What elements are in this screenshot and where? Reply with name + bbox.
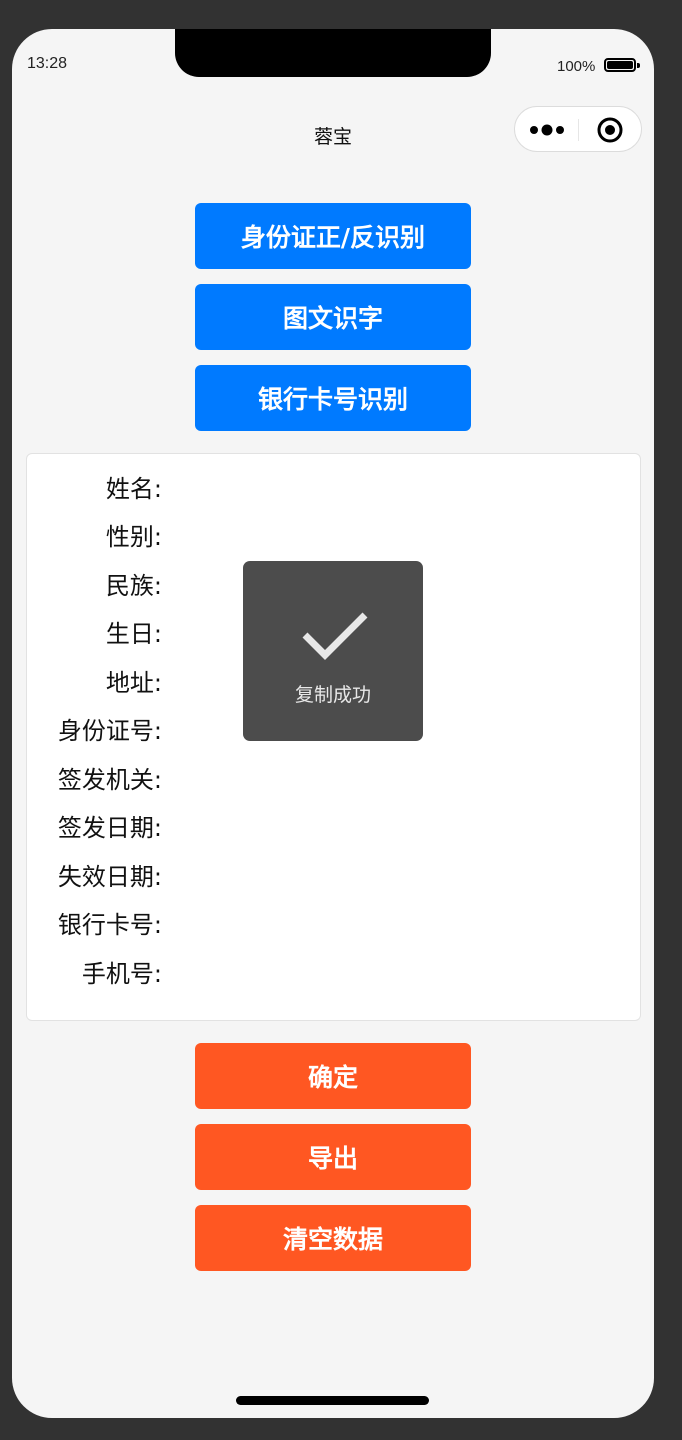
- field-label-ethnicity: 民族:: [105, 572, 162, 600]
- device-notch: [175, 29, 491, 77]
- field-label-expiry-date: 失效日期:: [57, 863, 162, 891]
- checkmark-icon: [302, 612, 368, 660]
- field-label-birthday: 生日:: [105, 620, 162, 648]
- bank-card-ocr-button[interactable]: 银行卡号识别: [195, 365, 471, 431]
- field-label-name: 姓名:: [105, 475, 162, 503]
- battery-level: [607, 61, 633, 69]
- image-text-ocr-button[interactable]: 图文识字: [195, 284, 471, 350]
- mini-program-capsule: [514, 106, 642, 152]
- copy-success-toast: 复制成功: [243, 561, 423, 741]
- field-label-bank-card: 银行卡号:: [57, 911, 162, 939]
- status-time: 13:28: [27, 55, 68, 72]
- export-button[interactable]: 导出: [195, 1124, 471, 1190]
- more-dots-icon[interactable]: [529, 122, 569, 138]
- field-label-phone: 手机号:: [81, 960, 162, 988]
- field-label-address: 地址:: [105, 669, 162, 697]
- home-indicator: [236, 1396, 429, 1405]
- target-close-icon[interactable]: [597, 117, 623, 143]
- battery-icon: [604, 58, 636, 72]
- clear-data-button[interactable]: 清空数据: [195, 1205, 471, 1271]
- battery-tip: [637, 63, 640, 68]
- confirm-button[interactable]: 确定: [195, 1043, 471, 1109]
- battery-percentage: 100%: [557, 58, 596, 75]
- id-card-ocr-button[interactable]: 身份证正/反识别: [195, 203, 471, 269]
- toast-message: 复制成功: [294, 684, 371, 706]
- phone-screen: 13:28 100% 蓉宝 身份证正/反识别 图文识字 银行卡号识别 姓名: 性…: [12, 29, 654, 1418]
- field-label-issuing-authority: 签发机关:: [57, 766, 162, 794]
- field-label-gender: 性别:: [105, 523, 162, 551]
- capsule-divider: [578, 119, 579, 141]
- field-label-id-number: 身份证号:: [57, 717, 162, 745]
- field-label-issue-date: 签发日期:: [57, 814, 162, 842]
